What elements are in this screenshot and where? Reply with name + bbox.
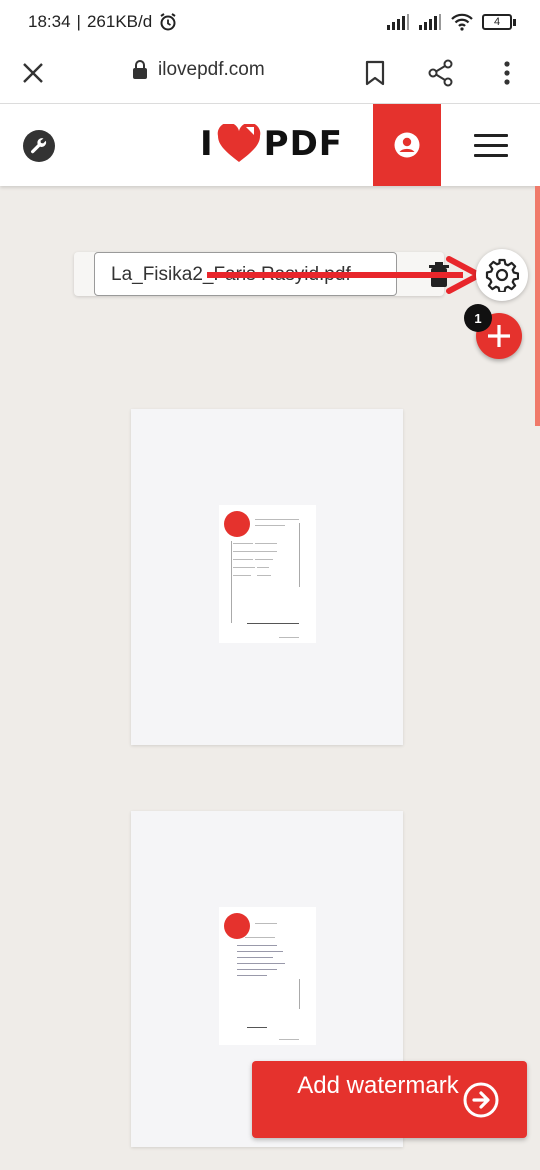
more-vertical-icon[interactable] xyxy=(503,60,511,86)
hamburger-line xyxy=(474,154,508,157)
user-icon xyxy=(394,132,420,158)
browser-bar: ilovepdf.com xyxy=(0,44,540,104)
add-watermark-button[interactable]: Add watermark xyxy=(252,1061,527,1138)
scrollbar[interactable] xyxy=(535,186,540,426)
page-preview-card[interactable] xyxy=(131,409,403,745)
settings-button[interactable] xyxy=(476,249,528,301)
status-data-rate: 261KB/d xyxy=(86,12,153,31)
close-icon[interactable] xyxy=(22,62,44,84)
logo-text-left: I xyxy=(200,124,214,164)
page-thumbnail xyxy=(219,505,316,643)
ilovepdf-logo[interactable]: I PDF xyxy=(200,124,343,164)
wrench-icon[interactable] xyxy=(22,129,56,163)
status-separator: | xyxy=(76,12,81,31)
site-header: I PDF xyxy=(0,104,540,186)
battery-level: 4 xyxy=(482,14,512,30)
wifi-icon xyxy=(451,13,473,31)
page-marker-dot xyxy=(224,511,250,537)
share-icon[interactable] xyxy=(428,59,454,87)
plus-icon xyxy=(488,325,510,347)
signal-icon xyxy=(387,14,409,30)
lock-icon xyxy=(133,60,147,79)
add-watermark-label: Add watermark xyxy=(297,1072,459,1099)
file-count-badge: 1 xyxy=(464,304,492,332)
page-thumbnail xyxy=(219,907,316,1045)
battery-icon: 4 xyxy=(482,14,516,30)
status-left: 18:34 | 261KB/d xyxy=(28,12,178,32)
url-bar[interactable]: ilovepdf.com xyxy=(132,59,265,81)
logo-text-right: PDF xyxy=(263,124,344,164)
bookmark-icon[interactable] xyxy=(364,60,386,86)
url-text: ilovepdf.com xyxy=(158,59,265,80)
status-bar: 18:34 | 261KB/d 4 xyxy=(0,0,540,44)
status-time: 18:34 xyxy=(28,12,71,31)
gear-icon xyxy=(485,258,519,292)
hamburger-line xyxy=(474,144,508,147)
status-right: 4 xyxy=(386,13,516,31)
page-marker-dot xyxy=(224,913,250,939)
heart-logo-icon xyxy=(217,124,260,162)
hamburger-line xyxy=(474,134,508,137)
alarm-icon xyxy=(160,13,176,31)
user-account-button[interactable] xyxy=(373,104,441,186)
signal-icon-2 xyxy=(419,14,441,30)
menu-button[interactable] xyxy=(474,134,508,158)
annotation-arrow xyxy=(207,256,482,294)
arrow-right-circle-icon xyxy=(463,1082,499,1118)
